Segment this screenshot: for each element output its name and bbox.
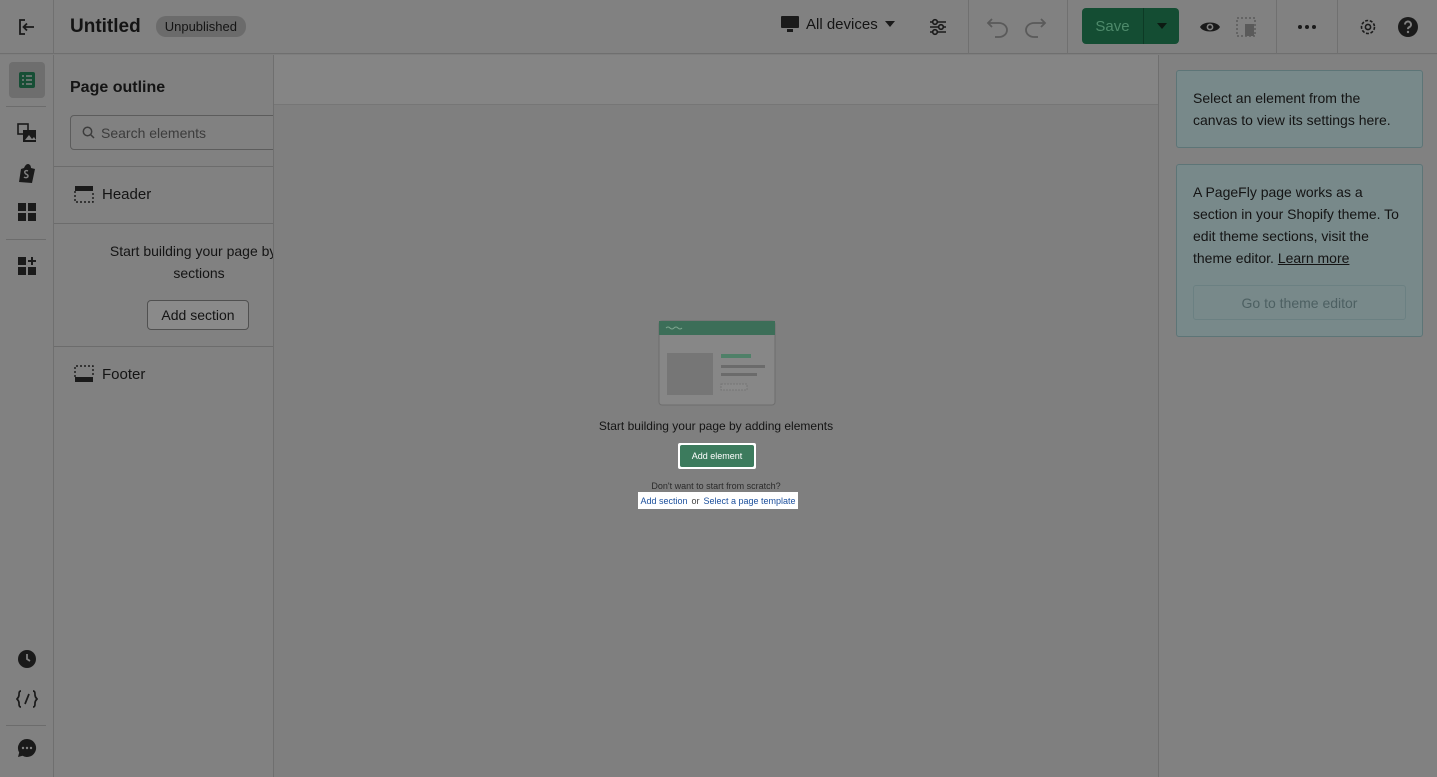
clock-icon — [18, 650, 36, 668]
editor-canvas[interactable]: Start building your page by adding eleme… — [274, 55, 1158, 777]
settings-panel: Select an element from the canvas to vie… — [1158, 55, 1437, 777]
select-template-link[interactable]: Select a page template — [703, 496, 795, 506]
device-preview-icon — [1236, 17, 1256, 37]
divider — [54, 346, 273, 347]
undo-button[interactable] — [984, 13, 1012, 41]
divider — [1067, 0, 1068, 54]
shopify-button[interactable] — [9, 155, 45, 191]
empty-page-illustration — [658, 320, 776, 406]
grid-icon — [18, 203, 36, 221]
divider — [1337, 0, 1338, 54]
desktop-icon — [781, 16, 799, 32]
divider — [968, 0, 969, 54]
image-shapes-icon — [17, 123, 36, 142]
page-outline-button[interactable] — [9, 62, 45, 98]
divider — [54, 166, 273, 167]
page-settings-button[interactable] — [1354, 13, 1382, 41]
search-icon — [82, 126, 95, 139]
help-button[interactable] — [1394, 13, 1422, 41]
responsive-preview-button[interactable] — [1232, 13, 1260, 41]
exit-button[interactable] — [0, 0, 54, 54]
device-label: All devices — [806, 15, 878, 33]
outline-item-footer[interactable]: Footer — [74, 365, 145, 383]
outline-item-header[interactable]: Header — [74, 185, 151, 203]
scratch-prompt: Don't want to start from scratch? — [651, 481, 781, 491]
canvas-header-strip — [274, 55, 1158, 105]
left-rail — [0, 55, 54, 777]
add-apps-button[interactable] — [9, 248, 45, 284]
divider — [54, 223, 273, 224]
add-element-label: Add element — [680, 445, 754, 467]
header-section-icon — [74, 186, 94, 203]
more-horizontal-icon — [1298, 25, 1316, 29]
divider — [6, 106, 46, 107]
save-button[interactable]: Save — [1082, 8, 1144, 44]
divider — [6, 239, 46, 240]
device-selector[interactable]: All devices — [780, 15, 896, 33]
page-title[interactable]: Untitled — [70, 16, 141, 38]
media-library-button[interactable] — [9, 115, 45, 151]
gear-icon — [1360, 19, 1376, 35]
save-options-button[interactable] — [1144, 8, 1179, 44]
save-group: Save — [1082, 8, 1179, 44]
canvas-empty-message: Start building your page by adding eleme… — [598, 419, 834, 433]
outline-empty-message: Start building your page by a sections — [109, 243, 274, 281]
settings-hint: Select an element from the canvas to vie… — [1193, 90, 1391, 128]
or-text: or — [691, 495, 700, 506]
search-input[interactable] — [101, 124, 273, 141]
add-section-link[interactable]: Add section — [640, 496, 687, 506]
code-braces-icon — [16, 690, 38, 708]
caret-down-icon — [1156, 23, 1167, 29]
more-options-button[interactable] — [1293, 13, 1321, 41]
chat-bubble-icon — [17, 738, 37, 757]
add-element-button[interactable]: Add element — [678, 443, 756, 469]
divider — [1276, 0, 1277, 54]
caret-down-icon — [884, 21, 895, 27]
exit-icon — [18, 18, 34, 35]
settings-sliders-button[interactable] — [924, 13, 952, 41]
chat-support-button[interactable] — [9, 730, 45, 766]
add-grid-icon — [18, 257, 36, 275]
sliders-icon — [930, 18, 946, 36]
panel-title: Page outline — [70, 79, 166, 96]
go-to-theme-editor-button[interactable]: Go to theme editor — [1193, 285, 1406, 320]
add-section-button[interactable]: Add section — [147, 300, 249, 330]
templates-button[interactable] — [9, 194, 45, 230]
start-options: Add section or Select a page template — [638, 492, 798, 509]
top-bar: Untitled Unpublished All devices Save — [0, 0, 1437, 54]
redo-icon — [1025, 18, 1047, 38]
search-field[interactable] — [70, 115, 273, 150]
divider — [6, 725, 46, 726]
status-badge: Unpublished — [155, 16, 246, 37]
theme-info-card: A PageFly page works as a section in you… — [1176, 164, 1423, 337]
eye-icon — [1200, 22, 1220, 32]
learn-more-link[interactable]: Learn more — [1278, 250, 1350, 266]
footer-section-icon — [74, 365, 94, 382]
page-outline-panel: Page outline Header Start building your … — [54, 55, 274, 777]
redo-button[interactable] — [1021, 13, 1049, 41]
history-button[interactable] — [9, 641, 45, 677]
outline-item-label: Footer — [102, 365, 146, 383]
preview-button[interactable] — [1196, 13, 1224, 41]
shopify-bag-icon — [19, 164, 35, 183]
code-button[interactable] — [9, 681, 45, 717]
undo-icon — [986, 18, 1008, 38]
settings-hint-card: Select an element from the canvas to vie… — [1176, 70, 1423, 148]
help-icon — [1398, 17, 1418, 37]
outline-item-label: Header — [102, 185, 152, 203]
outline-list-icon — [19, 72, 35, 88]
